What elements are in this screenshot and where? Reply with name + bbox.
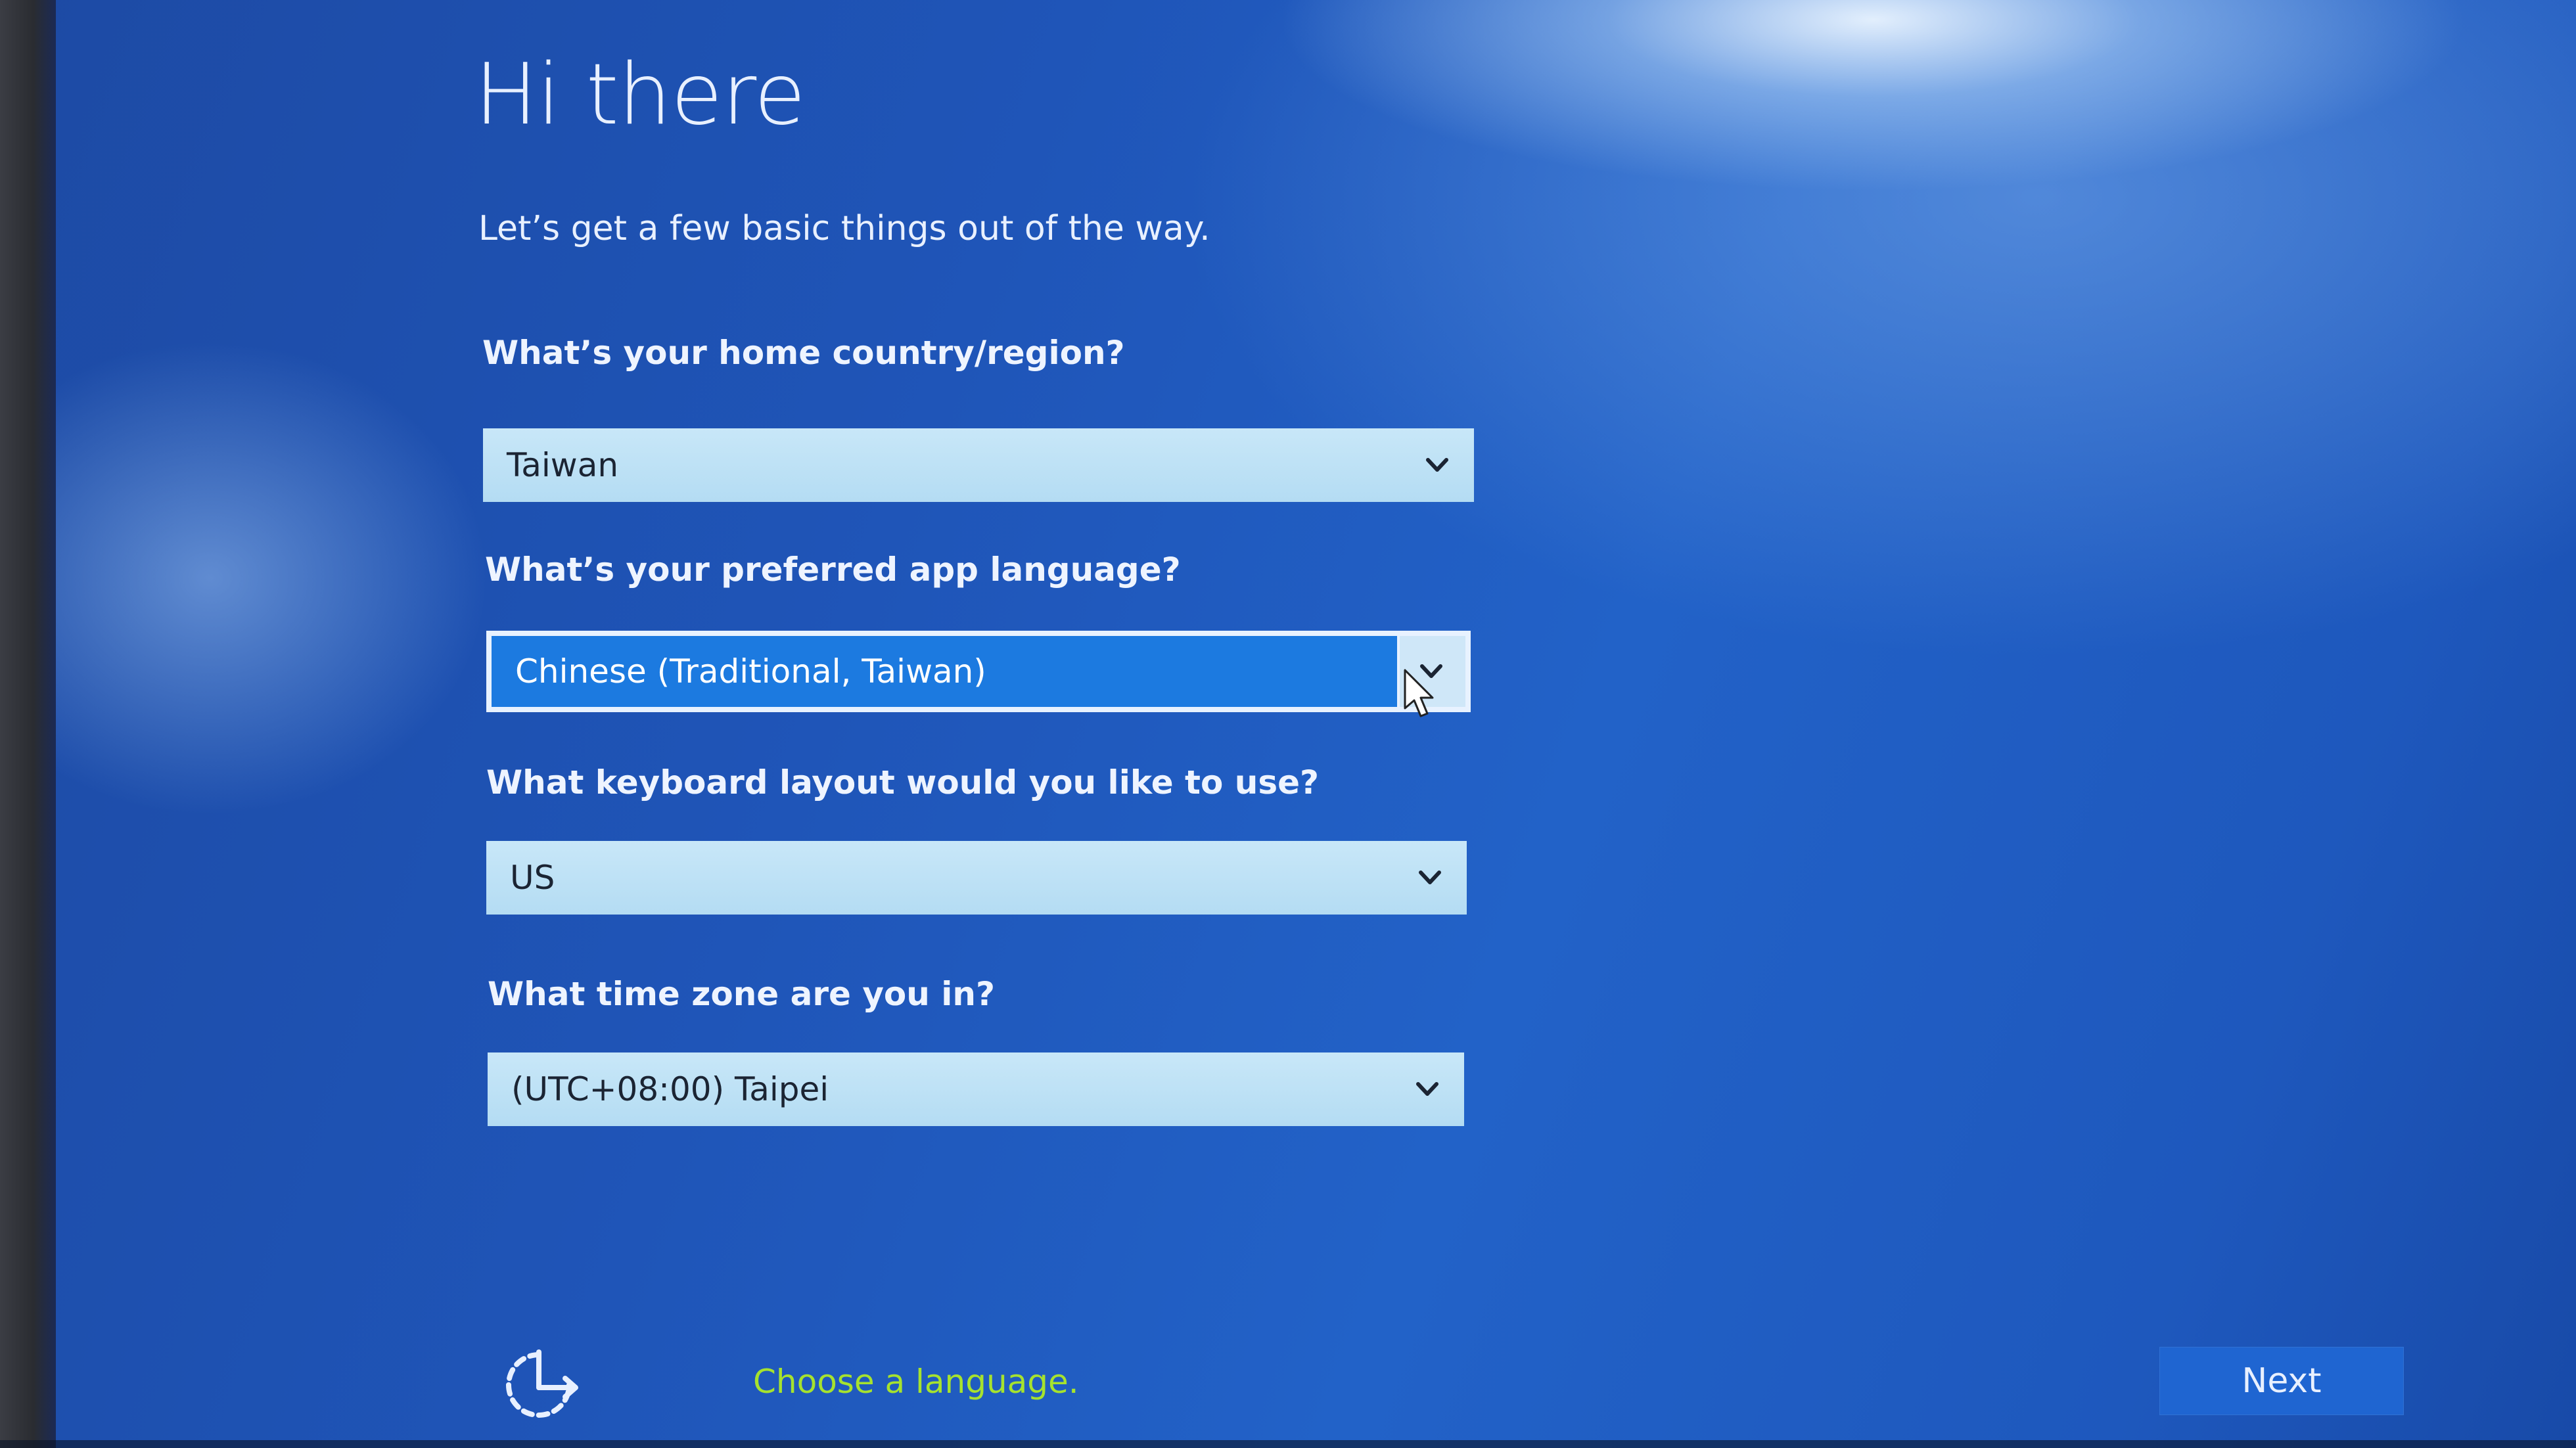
keyboard-value: US: [510, 859, 555, 897]
setup-screen: Hi there Let’s get a few basic things ou…: [0, 0, 2576, 1448]
mouse-cursor-icon: [1404, 669, 1434, 717]
chevron-down-icon: [1416, 1082, 1438, 1096]
chevron-down-icon: [1426, 458, 1448, 472]
timezone-value: (UTC+08:00) Taipei: [511, 1070, 829, 1108]
keyboard-dropdown[interactable]: US: [486, 841, 1467, 915]
country-value: Taiwan: [507, 446, 619, 484]
monitor-bezel-bottom: [0, 1440, 2576, 1448]
choose-language-link[interactable]: Choose a language.: [753, 1363, 1079, 1401]
app-language-value: Chinese (Traditional, Taiwan): [515, 652, 986, 690]
timezone-dropdown[interactable]: (UTC+08:00) Taipei: [488, 1052, 1464, 1126]
app-language-dropdown[interactable]: Chinese (Traditional, Taiwan): [486, 631, 1471, 712]
next-button[interactable]: Next: [2159, 1347, 2404, 1415]
keyboard-label: What keyboard layout would you like to u…: [486, 763, 1319, 802]
chevron-down-icon: [1419, 871, 1441, 884]
country-label: What’s your home country/region?: [482, 334, 1125, 372]
app-language-label: What’s your preferred app language?: [485, 551, 1181, 589]
timezone-label: What time zone are you in?: [488, 975, 996, 1013]
country-dropdown[interactable]: Taiwan: [483, 428, 1474, 502]
page-subtitle: Let’s get a few basic things out of the …: [478, 209, 1210, 248]
monitor-bezel: [0, 0, 56, 1448]
page-title: Hi there: [474, 46, 806, 144]
ease-of-access-icon[interactable]: [501, 1346, 586, 1424]
